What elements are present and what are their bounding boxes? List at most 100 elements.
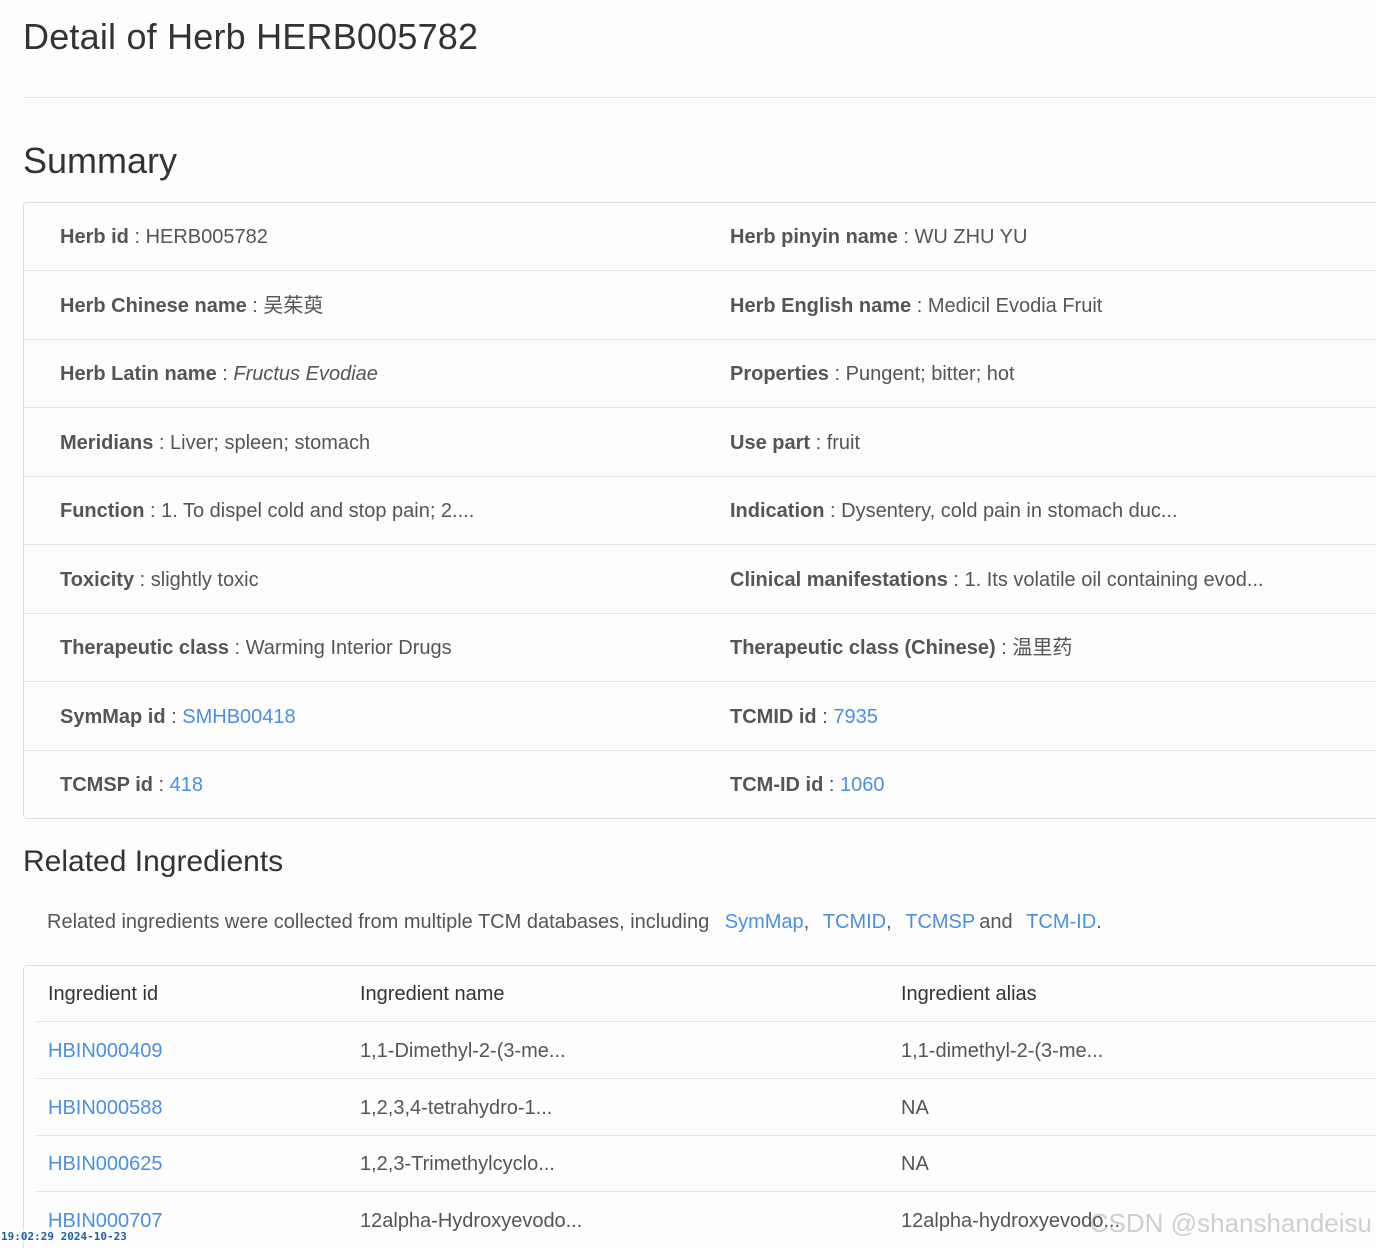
ingredient-name: 1,1-Dimethyl-2-(3-me... — [360, 1040, 566, 1062]
field-separator: : — [823, 774, 840, 796]
summary-row: Herb Chinese name : 吴茱萸 Herb English nam… — [24, 272, 1376, 340]
field-label: Function — [60, 500, 145, 522]
column-header-ingredient-name[interactable]: Ingredient name — [360, 966, 505, 1022]
therapeutic-class-field: Therapeutic class : Warming Interior Dru… — [60, 614, 452, 682]
field-value: Warming Interior Drugs — [245, 637, 452, 659]
clinical-manifestations-field: Clinical manifestations : 1. Its volatil… — [730, 546, 1264, 614]
tcmid-id-field: TCMID id : 7935 — [730, 683, 878, 751]
field-label: TCMID id — [730, 705, 817, 728]
field-separator: : — [134, 568, 151, 591]
tcmsp-link[interactable]: TCMSP — [905, 911, 975, 933]
ingredient-alias: 12alpha-hydroxyevodo... — [901, 1209, 1121, 1232]
field-separator: : — [897, 226, 915, 248]
field-value: Medicil Evodia Fruit — [927, 294, 1103, 317]
summary-row: Herb Latin name : Fructus Evodiae Proper… — [24, 340, 1376, 408]
ingredient-name: 12alpha-Hydroxyevodo... — [360, 1209, 583, 1232]
column-header-ingredient-id[interactable]: Ingredient id — [48, 966, 158, 1022]
field-separator: : — [152, 774, 170, 796]
field-value: fruit — [826, 431, 861, 454]
summary-row: Meridians : Liver; spleen; stomach Use p… — [24, 409, 1376, 477]
meridians-field: Meridians : Liver; spleen; stomach — [60, 409, 370, 477]
field-separator: : — [144, 500, 162, 522]
summary-row: TCMSP id : 418 TCM-ID id : 1060 — [24, 751, 1376, 819]
field-label: Properties — [730, 363, 829, 385]
tcmsp-id-link[interactable]: 418 — [170, 774, 203, 796]
field-separator: : — [816, 705, 834, 728]
field-label: SymMap id — [60, 705, 166, 728]
column-header-ingredient-alias[interactable]: Ingredient alias — [901, 966, 1037, 1022]
field-value: WU ZHU YU — [914, 226, 1028, 248]
field-separator: : — [128, 226, 146, 248]
field-label: Toxicity — [60, 568, 135, 591]
field-value: Dysentery, cold pain in stomach duc... — [841, 500, 1178, 522]
field-separator: : — [810, 431, 827, 454]
field-label: Indication — [730, 500, 825, 522]
ingredient-alias: 1,1-dimethyl-2-(3-me... — [901, 1040, 1104, 1062]
field-value: Pungent; bitter; hot — [845, 363, 1015, 385]
field-label: Meridians — [60, 431, 154, 454]
field-separator: : — [911, 294, 928, 317]
tcm-id-id-field: TCM-ID id : 1060 — [730, 751, 884, 819]
related-ingredients-description: Related ingredients were collected from … — [47, 906, 1102, 938]
field-value: Fructus Evodiae — [233, 363, 378, 385]
description-text: Related ingredients were collected from … — [47, 911, 710, 933]
herb-latin-name-field: Herb Latin name : Fructus Evodiae — [60, 340, 378, 408]
and-word: and — [979, 911, 1013, 933]
comma: , — [886, 911, 892, 933]
summary-row: Toxicity : slightly toxic Clinical manif… — [24, 546, 1376, 614]
field-separator: : — [828, 363, 846, 385]
tcm-id-id-link[interactable]: 1060 — [840, 774, 885, 796]
field-value: 温里药 — [1012, 637, 1073, 659]
ingredient-id-link[interactable]: HBIN000588 — [48, 1080, 163, 1136]
tcmid-link[interactable]: TCMID — [823, 911, 886, 933]
toxicity-field: Toxicity : slightly toxic — [60, 546, 259, 614]
field-label: Clinical manifestations — [730, 568, 948, 591]
summary-heading: Summary — [23, 140, 178, 181]
tcmid-id-link[interactable]: 7935 — [833, 706, 878, 728]
field-label: Herb pinyin name — [730, 226, 898, 248]
field-separator: : — [153, 431, 171, 454]
ingredients-table: Ingredient id Ingredient name Ingredient… — [23, 965, 1376, 1248]
table-header-row: Ingredient id Ingredient name Ingredient… — [36, 966, 1376, 1022]
field-value: 1. Its volatile oil containing evod... — [964, 568, 1264, 591]
field-label: Herb English name — [730, 294, 912, 317]
herb-chinese-name-field: Herb Chinese name : 吴茱萸 — [60, 272, 323, 340]
function-field: Function : 1. To dispel cold and stop pa… — [60, 477, 474, 545]
field-value: Liver; spleen; stomach — [170, 431, 371, 454]
table-row: HBIN000409 1,1-Dimethyl-2-(3-me... 1,1-d… — [36, 1023, 1376, 1079]
page-title: Detail of Herb HERB005782 — [23, 16, 479, 57]
ingredient-id-link[interactable]: HBIN000409 — [48, 1023, 163, 1079]
field-separator: : — [165, 705, 183, 728]
symmap-link[interactable]: SymMap — [725, 911, 804, 933]
field-separator: : — [246, 294, 264, 317]
tcm-id-link[interactable]: TCM-ID — [1026, 911, 1096, 933]
therapeutic-class-chinese-field: Therapeutic class (Chinese) : 温里药 — [730, 614, 1072, 682]
field-separator: : — [228, 637, 246, 659]
symmap-id-field: SymMap id : SMHB00418 — [60, 683, 296, 751]
field-value: 吴茱萸 — [263, 294, 324, 317]
field-value: HERB005782 — [145, 226, 268, 248]
properties-field: Properties : Pungent; bitter; hot — [730, 340, 1015, 408]
field-separator: : — [947, 568, 965, 591]
watermark: CSDN @shanshandeisu — [1089, 1208, 1372, 1238]
field-label: Herb Latin name — [60, 363, 217, 385]
table-row: HBIN000625 1,2,3-Trimethylcyclo... NA — [36, 1136, 1376, 1192]
ingredient-id-link[interactable]: HBIN000625 — [48, 1136, 163, 1192]
field-value: 1. To dispel cold and stop pain; 2.... — [161, 500, 475, 522]
field-label: TCM-ID id — [730, 774, 824, 796]
field-label: Therapeutic class — [60, 637, 229, 659]
use-part-field: Use part : fruit — [730, 409, 860, 477]
indication-field: Indication : Dysentery, cold pain in sto… — [730, 477, 1178, 545]
summary-panel: Herb id : HERB005782 Herb pinyin name : … — [23, 202, 1376, 819]
timestamp: 19:02:29 2024-10-23 — [1, 1230, 127, 1243]
herb-english-name-field: Herb English name : Medicil Evodia Fruit — [730, 272, 1102, 340]
ingredient-name: 1,2,3,4-tetrahydro-1... — [360, 1096, 553, 1119]
herb-pinyin-name-field: Herb pinyin name : WU ZHU YU — [730, 203, 1027, 271]
summary-row: SymMap id : SMHB00418 TCMID id : 7935 — [24, 683, 1376, 751]
symmap-id-link[interactable]: SMHB00418 — [182, 706, 295, 728]
field-label: Herb Chinese name — [60, 294, 247, 317]
field-separator: : — [995, 637, 1013, 659]
herb-id-field: Herb id : HERB005782 — [60, 203, 268, 271]
period: . — [1096, 911, 1102, 933]
field-label: Therapeutic class (Chinese) — [730, 637, 996, 659]
